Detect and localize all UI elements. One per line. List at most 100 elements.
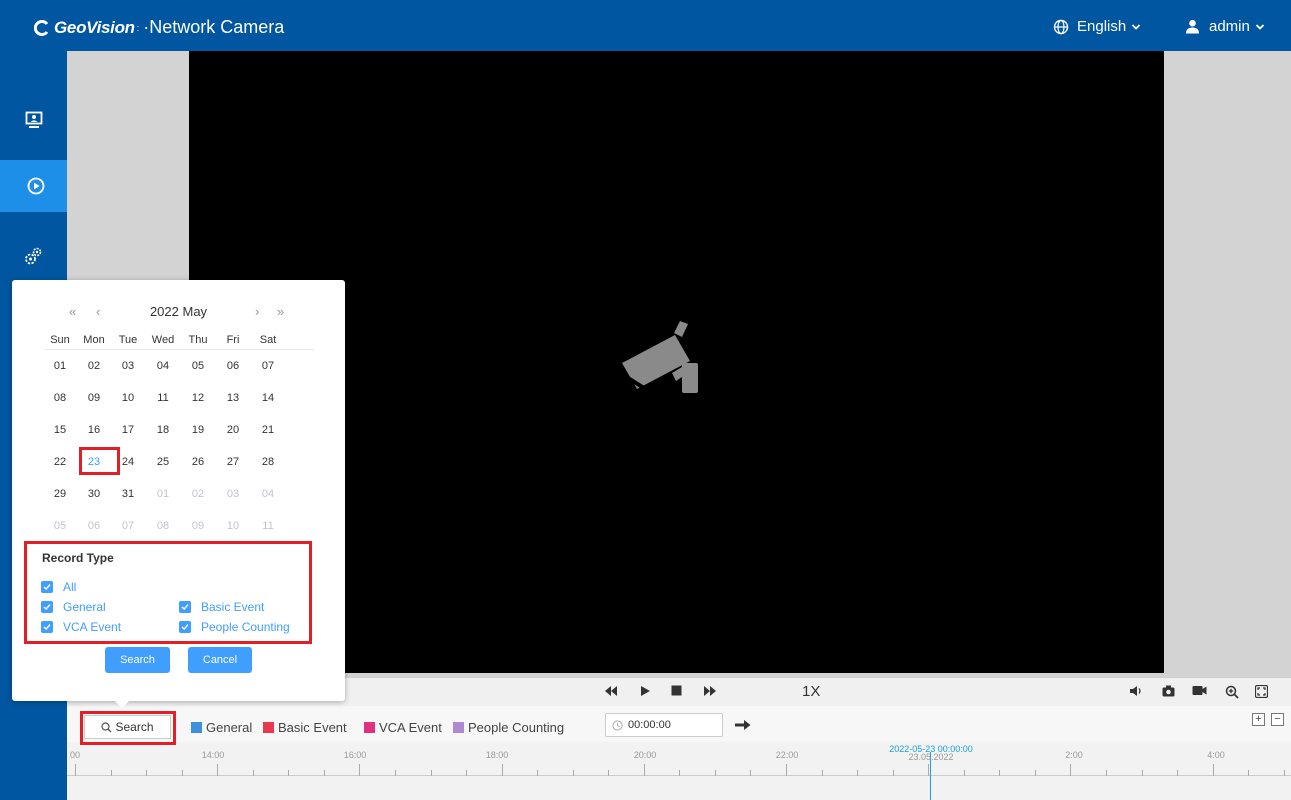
chevron-down-icon bbox=[1132, 23, 1141, 30]
popup-pointer bbox=[115, 701, 129, 708]
timeline[interactable]: 00 14:00 16:00 18:00 20:00 22:00 2:00 4:… bbox=[67, 742, 1291, 800]
calendar-day[interactable]: 02 bbox=[181, 488, 215, 500]
time-jump-go-button[interactable] bbox=[735, 718, 751, 736]
video-side-right bbox=[1164, 51, 1291, 678]
checkbox-basic-event[interactable]: Basic Event bbox=[179, 600, 264, 614]
calendar-day[interactable]: 01 bbox=[43, 360, 77, 372]
time-value: 00:00:00 bbox=[628, 719, 671, 731]
calendar-day[interactable]: 16 bbox=[77, 424, 111, 436]
fast-forward-icon bbox=[704, 686, 716, 696]
calendar-day[interactable]: 27 bbox=[216, 456, 250, 468]
stop-icon bbox=[671, 685, 682, 696]
calendar-weekday: Fri bbox=[226, 334, 240, 346]
calendar-day[interactable]: 14 bbox=[251, 392, 285, 404]
timeline-label: 18:00 bbox=[485, 750, 509, 760]
record-button[interactable] bbox=[1192, 685, 1207, 696]
calendar-day[interactable]: 08 bbox=[43, 392, 77, 404]
calendar-day[interactable]: 02 bbox=[77, 360, 111, 372]
digital-zoom-button[interactable] bbox=[1225, 685, 1239, 699]
legend-basic-event: Basic Event bbox=[263, 720, 347, 735]
audio-button[interactable] bbox=[1129, 685, 1143, 697]
snapshot-button[interactable] bbox=[1162, 685, 1175, 697]
calendar-day[interactable]: 15 bbox=[43, 424, 77, 436]
calendar-day[interactable]: 05 bbox=[43, 520, 77, 532]
stop-button[interactable] bbox=[671, 685, 682, 696]
checkbox-checked-icon bbox=[179, 621, 191, 633]
calendar-day[interactable]: 04 bbox=[251, 488, 285, 500]
next-month-button[interactable]: › bbox=[255, 304, 259, 319]
calendar-day[interactable]: 12 bbox=[181, 392, 215, 404]
calendar-day[interactable]: 26 bbox=[181, 456, 215, 468]
language-selector[interactable]: English bbox=[1053, 18, 1141, 35]
sidebar-item-playback[interactable] bbox=[0, 160, 71, 212]
fullscreen-button[interactable] bbox=[1255, 685, 1268, 698]
calendar-day[interactable]: 28 bbox=[251, 456, 285, 468]
calendar-day[interactable]: 07 bbox=[111, 520, 145, 532]
calendar-day[interactable]: 19 bbox=[181, 424, 215, 436]
popup-cancel-button[interactable]: Cancel bbox=[188, 647, 252, 673]
calendar-day[interactable]: 08 bbox=[146, 520, 180, 532]
timeline-tick bbox=[146, 770, 147, 776]
time-jump-input[interactable]: 00:00:00 bbox=[605, 713, 723, 737]
calendar-day[interactable]: 18 bbox=[146, 424, 180, 436]
checkbox-vca-event[interactable]: VCA Event bbox=[41, 620, 121, 634]
calendar-day[interactable]: 03 bbox=[216, 488, 250, 500]
user-icon bbox=[1186, 19, 1199, 34]
prev-month-button[interactable]: ‹ bbox=[96, 304, 100, 319]
timeline-tick bbox=[999, 770, 1000, 776]
timeline-tick bbox=[1106, 770, 1107, 776]
calendar-day[interactable]: 30 bbox=[77, 488, 111, 500]
legend-label: General bbox=[206, 720, 253, 735]
prev-year-button[interactable]: « bbox=[69, 304, 76, 319]
next-year-button[interactable]: » bbox=[277, 304, 284, 319]
timeline-tick bbox=[1142, 770, 1143, 776]
timeline-zoom-in-button[interactable]: + bbox=[1252, 713, 1265, 726]
arrow-right-icon bbox=[735, 720, 751, 730]
timeline-zoom-out-button[interactable]: − bbox=[1271, 713, 1284, 726]
calendar-day[interactable]: 22 bbox=[43, 456, 77, 468]
calendar-day[interactable]: 01 bbox=[146, 488, 180, 500]
play-icon bbox=[641, 686, 650, 696]
calendar-weekday: Tue bbox=[118, 334, 138, 346]
brand-mark: : bbox=[136, 22, 140, 33]
calendar-day[interactable]: 10 bbox=[111, 392, 145, 404]
legend-people-counting: People Counting bbox=[453, 720, 564, 735]
calendar-day[interactable]: 29 bbox=[43, 488, 77, 500]
fast-forward-button[interactable] bbox=[703, 685, 717, 697]
calendar-day[interactable]: 25 bbox=[146, 456, 180, 468]
rewind-icon bbox=[605, 686, 617, 696]
play-button[interactable] bbox=[640, 685, 651, 697]
calendar-day[interactable]: 13 bbox=[216, 392, 250, 404]
calendar-day[interactable]: 09 bbox=[181, 520, 215, 532]
calendar-day[interactable]: 17 bbox=[111, 424, 145, 436]
record-legend-bar: Search General Basic Event VCA Event Peo… bbox=[67, 706, 1291, 742]
calendar-day[interactable]: 03 bbox=[111, 360, 145, 372]
timeline-label: 20:00 bbox=[633, 750, 657, 760]
calendar-day[interactable]: 07 bbox=[251, 360, 285, 372]
calendar-day[interactable]: 05 bbox=[181, 360, 215, 372]
calendar-day[interactable]: 10 bbox=[216, 520, 250, 532]
checkbox-general[interactable]: General bbox=[41, 600, 106, 614]
sidebar-item-settings[interactable] bbox=[0, 230, 67, 282]
calendar-day[interactable]: 21 bbox=[251, 424, 285, 436]
calendar-day[interactable]: 20 bbox=[216, 424, 250, 436]
playback-speed[interactable]: 1X bbox=[802, 683, 820, 700]
calendar-day[interactable]: 31 bbox=[111, 488, 145, 500]
sidebar-item-live-view[interactable] bbox=[0, 94, 67, 146]
calendar-day[interactable]: 04 bbox=[146, 360, 180, 372]
checkbox-all[interactable]: All bbox=[41, 580, 76, 594]
calendar-day[interactable]: 06 bbox=[77, 520, 111, 532]
zoom-in-icon bbox=[1225, 685, 1239, 699]
checkbox-people-counting[interactable]: People Counting bbox=[179, 620, 290, 634]
calendar-day[interactable]: 11 bbox=[146, 392, 180, 404]
timeline-tick bbox=[253, 770, 254, 776]
user-menu[interactable]: admin bbox=[1185, 18, 1265, 35]
legend-vca-event: VCA Event bbox=[364, 720, 442, 735]
rewind-button[interactable] bbox=[604, 685, 618, 697]
calendar-day[interactable]: 11 bbox=[251, 520, 285, 532]
calendar-day[interactable]: 06 bbox=[216, 360, 250, 372]
popup-search-button[interactable]: Search bbox=[105, 647, 170, 673]
timeline-tick bbox=[964, 770, 965, 776]
calendar-weekday: Mon bbox=[83, 334, 105, 346]
calendar-day[interactable]: 09 bbox=[77, 392, 111, 404]
